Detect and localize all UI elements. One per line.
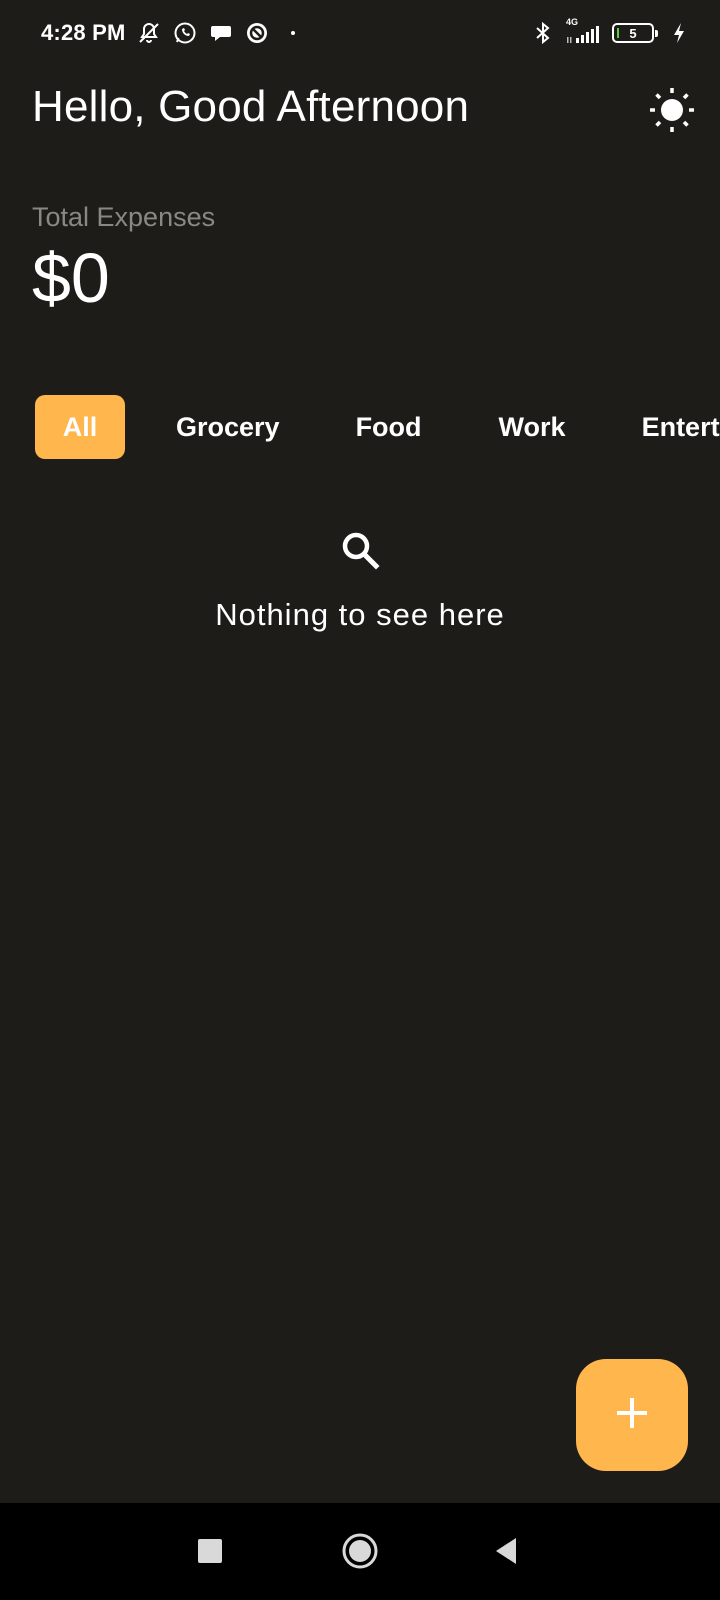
whatsapp-icon [172, 20, 198, 46]
status-bar: 4:28 PM 4G 5 [0, 0, 720, 70]
mute-bell-icon [136, 20, 162, 46]
back-triangle-icon [492, 1536, 520, 1571]
empty-state-message: Nothing to see here [215, 597, 505, 632]
status-system-icons: 4G 5 [530, 17, 692, 46]
app-screen: 4:28 PM 4G 5 Hello, Good Afternoon Total… [0, 0, 720, 1600]
back-button[interactable] [482, 1529, 530, 1577]
home-button[interactable] [336, 1529, 384, 1577]
search-icon [340, 530, 380, 570]
bluetooth-icon [530, 20, 556, 46]
recents-button[interactable] [186, 1529, 234, 1577]
plus-icon [615, 1396, 649, 1435]
status-notification-icons [136, 20, 306, 46]
category-chip-work[interactable]: Work [499, 395, 566, 459]
greeting-title: Hello, Good Afternoon [32, 82, 470, 131]
recents-square-icon [197, 1538, 223, 1569]
signal-icon: 4G [564, 17, 604, 46]
category-chip-food[interactable]: Food [356, 395, 422, 459]
sun-icon [648, 86, 696, 139]
category-chip-grocery[interactable]: Grocery [176, 395, 280, 459]
chat-bubble-icon [208, 20, 234, 46]
category-chip-all[interactable]: All [35, 395, 125, 459]
add-expense-button[interactable] [576, 1359, 688, 1471]
network-type: 4G [566, 17, 579, 27]
total-expenses-label: Total Expenses [32, 202, 216, 232]
home-circle-icon [341, 1532, 379, 1575]
dot-icon [280, 20, 306, 46]
status-time: 4:28 PM [41, 20, 126, 45]
battery-level: 5 [629, 25, 637, 41]
theme-toggle-button[interactable] [644, 84, 700, 140]
battery-icon: 5 [612, 23, 658, 43]
category-filter-bar: All Grocery Food Work Entertainment [35, 395, 720, 459]
charging-icon [666, 20, 692, 46]
category-chip-entertainment[interactable]: Entertainment [642, 395, 720, 459]
system-navigation-bar [0, 1503, 720, 1600]
total-expenses-value: $0 [32, 239, 110, 317]
vpn-icon [244, 20, 270, 46]
